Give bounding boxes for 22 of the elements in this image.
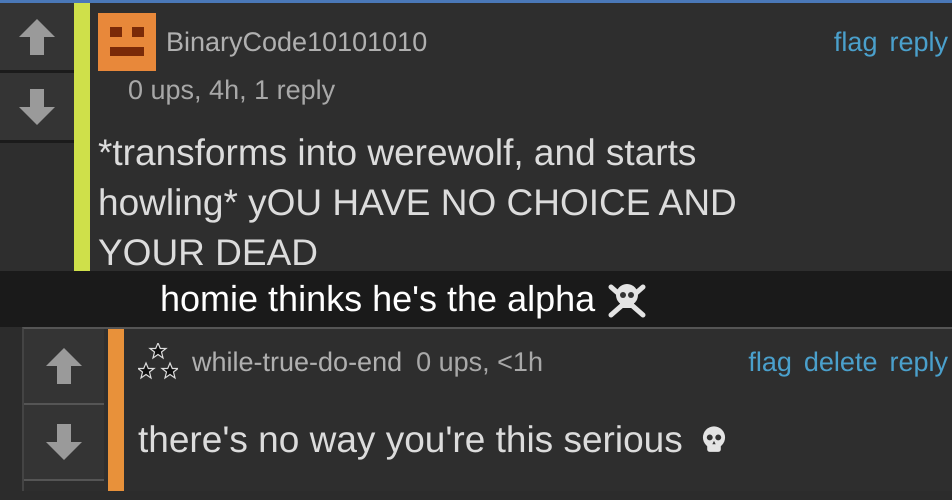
comment-meta: 0 ups, 4h, 1 reply	[128, 75, 336, 106]
upvote-button[interactable]	[0, 3, 74, 73]
comment-text: there's no way you're this serious	[138, 418, 683, 462]
username[interactable]: while-true-do-end	[192, 346, 402, 378]
action-link[interactable]: delete	[804, 346, 878, 378]
caption-text: homie thinks he's the alpha	[160, 278, 596, 320]
action-link[interactable]: flag	[834, 27, 878, 58]
username[interactable]: BinaryCode10101010	[166, 26, 428, 58]
upvote-button[interactable]	[24, 329, 104, 405]
downvote-button[interactable]	[24, 405, 104, 481]
up-arrow-icon	[44, 346, 84, 386]
action-link[interactable]: reply	[889, 27, 948, 58]
comment-meta: 0 ups, <1h	[416, 346, 543, 378]
action-link[interactable]: reply	[889, 346, 948, 378]
down-arrow-icon	[44, 422, 84, 462]
up-arrow-icon	[17, 16, 57, 56]
comment-text: *transforms into werewolf, and starts howling* yOU HAVE NO CHOICE AND YOUR DEAD	[98, 131, 738, 271]
action-link[interactable]: flag	[748, 346, 792, 378]
down-arrow-icon	[17, 86, 57, 126]
stars-icon	[138, 343, 178, 381]
downvote-button[interactable]	[0, 73, 74, 143]
avatar-icon	[98, 13, 156, 71]
